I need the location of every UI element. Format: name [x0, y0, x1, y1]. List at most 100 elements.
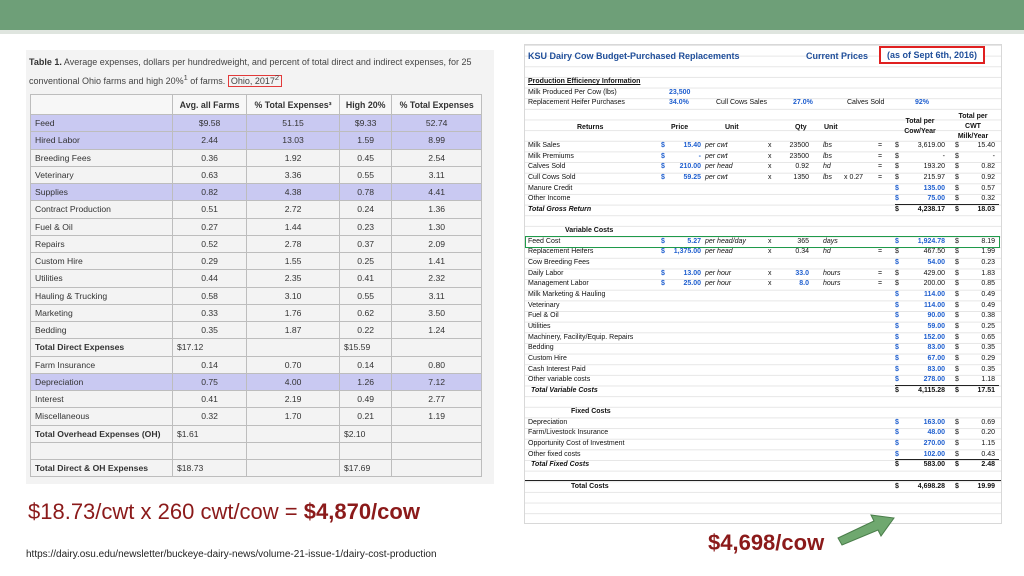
pct-avg-cell: 1.44 [246, 217, 340, 236]
high-20-cell: 1.59 [338, 131, 393, 150]
fixed-row-label: Opportunity Cost of Investment [528, 440, 625, 448]
returns-row-times: x [768, 173, 772, 181]
pct-avg-cell: 2.19 [246, 389, 340, 409]
avg-all-farms-cell: 2.44 [171, 131, 248, 150]
pct-avg-cell: 1.92 [246, 148, 340, 167]
returns-row-total: 215.97 [923, 173, 945, 181]
returns-row-equals: = [878, 141, 883, 149]
variable-row-label: Management Labor [528, 280, 589, 288]
pct-high-cell: 7.12 [391, 372, 482, 392]
avg-all-farms-cell: 0.44 [171, 269, 248, 288]
formula-result: $4,870/cow [303, 499, 420, 524]
high-20-cell: 0.14 [338, 355, 393, 374]
gross-return-dollar: $ [895, 205, 899, 213]
table-row: Interest 0.41 2.19 0.49 2.77 [30, 389, 482, 409]
variable-row-total: 83.00 [927, 344, 945, 352]
variable-row-cwt-dollar: $ [955, 259, 959, 267]
variable-row-total-dollar: $ [895, 259, 899, 267]
variable-row-total: 429.00 [923, 269, 945, 277]
variable-row-cwt: 0.49 [981, 291, 995, 298]
pct-avg-cell: 3.10 [246, 286, 340, 305]
total-fixed-cwt: 2.48 [981, 461, 995, 469]
returns-row-cwt-dollar: $ [955, 173, 959, 181]
pct-high-cell: 3.11 [391, 286, 482, 305]
variable-row-label: Veterinary [528, 301, 560, 309]
fixed-row-label: Other fixed costs [528, 450, 581, 458]
variable-row-cwt: 1.99 [981, 248, 995, 256]
returns-row-times: x [768, 152, 772, 160]
variable-row-times: x [768, 248, 772, 256]
avg-all-farms-cell: $18.73 [171, 458, 248, 478]
row-label: Depreciation [30, 372, 173, 392]
table-row: Hired Labor 2.44 13.03 1.59 8.99 [30, 131, 482, 150]
avg-all-farms-cell: 0.33 [171, 303, 248, 323]
pct-high-cell: 1.36 [391, 200, 482, 219]
variable-row-total: 90.00 [927, 312, 945, 320]
pct-avg-cell: 4.00 [246, 372, 340, 392]
gross-return-cwt-dollar: $ [955, 205, 959, 213]
variable-row-equals: = [878, 280, 883, 288]
variable-row-cwt: 0.49 [981, 301, 995, 309]
variable-row-total-dollar: $ [895, 280, 899, 288]
avg-all-farms-cell: 0.29 [171, 251, 248, 271]
pct-avg-cell: 4.38 [246, 182, 340, 202]
source-url: https://dairy.osu.edu/newsletter/buckeye… [26, 549, 437, 560]
returns-row-unit2: lbs [823, 141, 832, 149]
row-label: Utilities [30, 269, 173, 288]
cost-formula: $18.73/cwt x 260 cwt/cow = $4,870/cow [28, 499, 420, 525]
ohio-expense-table-image: Table 1. Average expenses, dollars per h… [26, 50, 494, 484]
avg-all-farms-cell: $9.58 [171, 113, 248, 133]
high-20-cell: 0.24 [338, 200, 393, 219]
formula-text: $18.73/cwt x 260 cwt/cow = [28, 499, 304, 524]
pct-high-cell: 1.30 [391, 217, 482, 236]
row-label: Breeding Fees [30, 148, 173, 167]
header-total-per-cwt: Total per CWT Milk/Year [957, 113, 989, 141]
header-cell-pct-high: % Total Expenses [391, 94, 482, 115]
fixed-row-total-dollar: $ [895, 418, 899, 426]
table-header-row: Avg. all Farms % Total Expenses³ High 20… [30, 94, 482, 115]
variable-row-cwt-dollar: $ [955, 291, 959, 298]
variable-row-label: Custom Hire [528, 354, 567, 362]
returns-row-equals: = [878, 163, 883, 171]
table-row: Total Overhead Expenses (OH) $1.61 $2.10 [30, 424, 482, 443]
efficiency-header: Production Efficiency Information [528, 78, 641, 85]
total-costs-rule [525, 479, 1001, 481]
row-label: Veterinary [30, 165, 173, 185]
variable-row-unit: per hour [705, 280, 732, 288]
caption-bold: Table 1. [29, 57, 62, 67]
variable-row-total-dollar: $ [895, 248, 899, 256]
variable-row-total: 114.00 [923, 301, 945, 309]
variable-row-equals: = [878, 269, 883, 277]
expense-table-body: Feed $9.58 51.15 $9.33 52.74 Hired Labor 2.44 1… [30, 113, 482, 478]
ksu-budget-spreadsheet-image: KSU Dairy Cow Budget-Purchased Replaceme… [524, 44, 1002, 524]
avg-all-farms-cell: 0.82 [171, 182, 248, 202]
returns-row-unit: per cwt [705, 141, 728, 149]
fixed-row-total: 48.00 [927, 429, 945, 437]
high-20-cell: $9.33 [338, 113, 393, 133]
header-returns: Returns [577, 123, 604, 131]
high-20-cell: 0.49 [338, 389, 393, 409]
total-variable-cwt: 17.51 [977, 386, 995, 394]
variable-row-unit2: hours [823, 269, 841, 277]
variable-row-cwt-dollar: $ [955, 333, 959, 341]
returns-row-total-dollar: $ [895, 195, 899, 203]
returns-row-cwt-dollar: $ [955, 141, 959, 149]
table-row: Repairs 0.52 2.78 0.37 2.09 [30, 234, 482, 254]
variable-row-label: Bedding [528, 344, 554, 352]
high-20-cell: 0.23 [338, 217, 393, 236]
avg-all-farms-cell: 0.35 [171, 320, 248, 340]
returns-row-price: - [698, 152, 701, 160]
variable-row-total: 114.00 [923, 291, 945, 298]
returns-row-qty: 1350 [793, 173, 809, 181]
total-variable-dollar: $ [895, 386, 899, 394]
returns-row-total: 135.00 [923, 184, 945, 192]
avg-all-farms-cell: 0.63 [171, 165, 248, 185]
variable-row-cwt-dollar: $ [955, 248, 959, 256]
row-label: Bedding [30, 320, 173, 340]
returns-row-total: 75.00 [927, 195, 945, 203]
avg-all-farms-cell: 0.14 [171, 355, 248, 374]
table-row: Veterinary 0.63 3.36 0.55 3.11 [30, 165, 482, 185]
pct-avg-cell [246, 458, 340, 478]
table-row: Marketing 0.33 1.76 0.62 3.50 [30, 303, 482, 323]
avg-all-farms-cell: 0.58 [171, 286, 248, 305]
